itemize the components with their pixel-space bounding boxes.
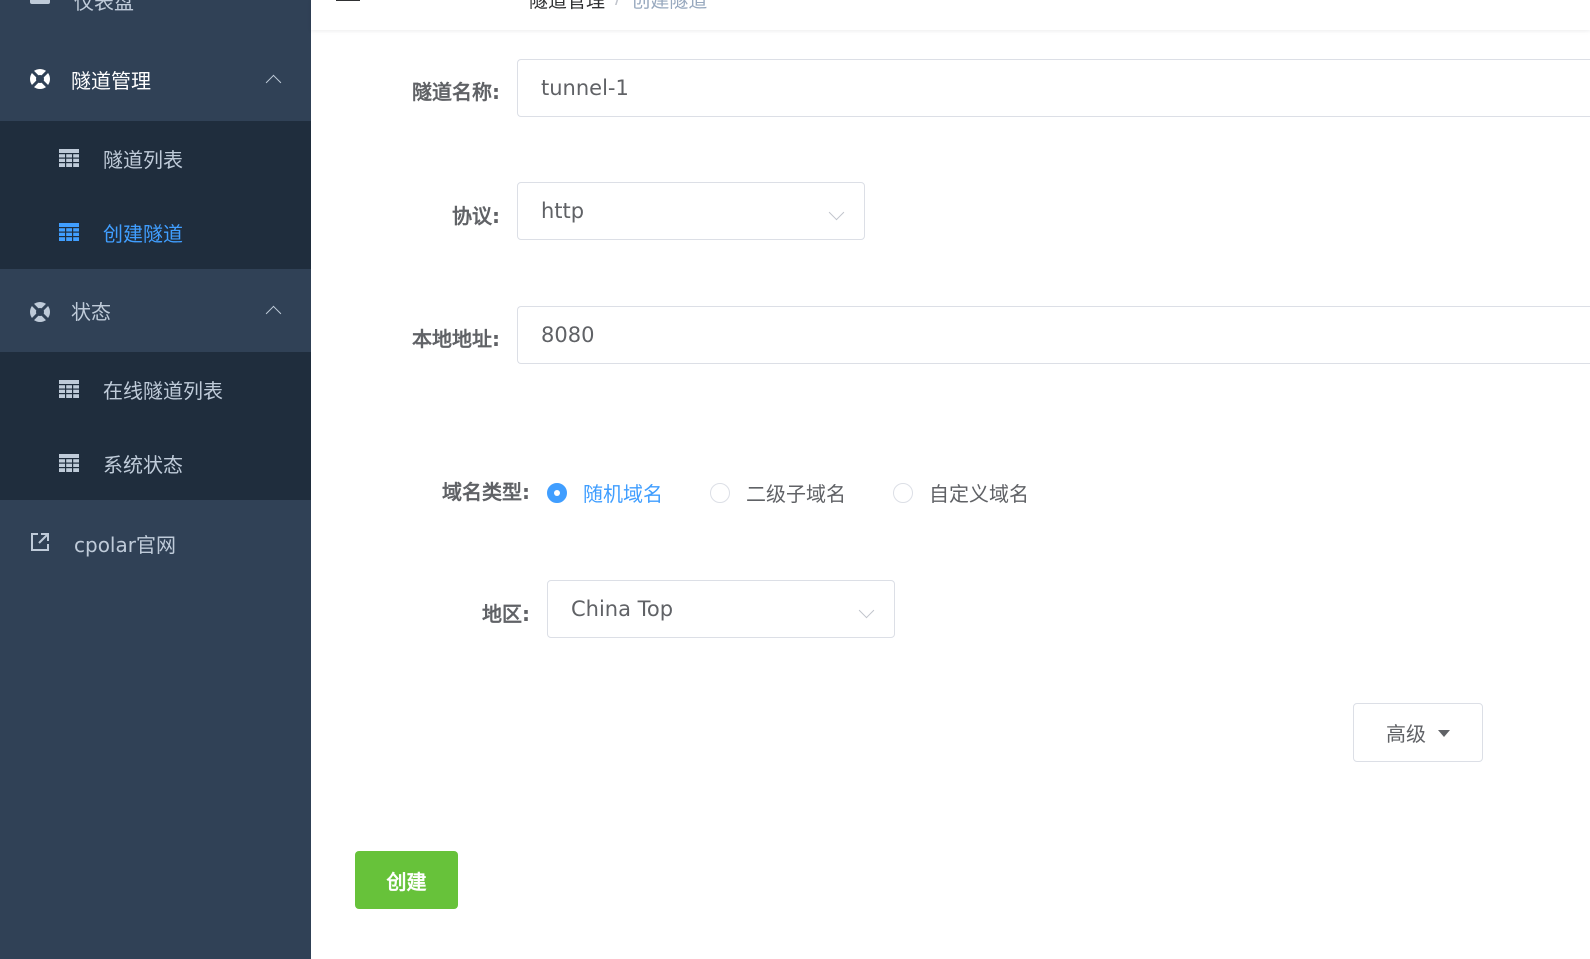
breadcrumb: 隧道管理 / 创建隧道 (529, 0, 707, 13)
table-icon (59, 149, 79, 167)
advanced-button[interactable]: 高级 (1353, 703, 1483, 762)
sidebar-item-tunnel-list[interactable]: 隧道列表 (0, 121, 311, 195)
caret-down-icon (1438, 730, 1450, 737)
radio-label: 自定义域名 (929, 482, 1029, 506)
breadcrumb-item[interactable]: 隧道管理 (529, 0, 605, 13)
radio-custom-domain[interactable]: 自定义域名 (893, 478, 1029, 507)
sidebar-item-label: cpolar官网 (74, 532, 176, 557)
chevron-up-icon (265, 305, 282, 321)
region-label: 地区: (482, 602, 530, 626)
sidebar-item-create-tunnel[interactable]: 创建隧道 (0, 195, 311, 269)
advanced-label: 高级 (1386, 722, 1426, 746)
sidebar: 仪表盘 隧道管理 隧道列表 创建隧道 状态 在线隧道列表 系统状态 cpolar… (0, 0, 311, 959)
sidebar-group-label: 隧道管理 (71, 69, 151, 93)
sidebar-item-online-tunnels[interactable]: 在线隧道列表 (0, 352, 311, 426)
protocol-value: http (541, 199, 585, 223)
sidebar-item-dashboard[interactable]: 仪表盘 (0, 0, 311, 38)
table-icon (59, 223, 79, 241)
chevron-up-icon (265, 74, 282, 90)
radio-random-domain[interactable]: 随机域名 (547, 478, 663, 507)
radio-label: 随机域名 (583, 482, 663, 506)
breadcrumb-separator: / (615, 0, 621, 13)
local-address-value: 8080 (541, 323, 595, 347)
lifebuoy-icon (30, 302, 50, 322)
chevron-down-icon (828, 204, 845, 221)
sidebar-item-label: 在线隧道列表 (103, 378, 223, 403)
breadcrumb-item-current: 创建隧道 (631, 0, 708, 12)
radio-unchecked-icon (710, 482, 730, 503)
dashboard-icon (30, 0, 50, 4)
sidebar-item-label: 隧道列表 (103, 147, 183, 172)
domain-type-label: 域名类型: (442, 480, 530, 504)
region-select[interactable]: China Top (547, 580, 895, 638)
sidebar-group-label: 状态 (71, 300, 111, 324)
sidebar-item-system-status[interactable]: 系统状态 (0, 426, 311, 500)
radio-label: 二级子域名 (746, 482, 846, 506)
hamburger-icon[interactable] (336, 0, 360, 1)
sidebar-group-tunnel-management[interactable]: 隧道管理 (0, 38, 311, 121)
region-value: China Top (571, 597, 674, 621)
tunnel-name-label: 隧道名称: (412, 80, 500, 104)
create-button[interactable]: 创建 (355, 851, 458, 909)
radio-unchecked-icon (893, 482, 913, 503)
table-icon (59, 380, 79, 398)
sidebar-item-label: 创建隧道 (103, 221, 183, 246)
tunnel-name-value: tunnel-1 (541, 76, 629, 100)
create-label: 创建 (386, 869, 427, 894)
external-link-icon (31, 533, 49, 551)
protocol-label: 协议: (452, 204, 500, 228)
sidebar-group-status[interactable]: 状态 (0, 269, 311, 352)
chevron-down-icon (858, 602, 875, 619)
sidebar-link-cpolar-site[interactable]: cpolar官网 (0, 505, 311, 581)
radio-subdomain[interactable]: 二级子域名 (710, 478, 846, 507)
sidebar-item-label: 系统状态 (103, 452, 183, 477)
table-icon (59, 454, 79, 472)
sidebar-item-label: 仪表盘 (74, 0, 134, 14)
local-address-input[interactable]: 8080 (517, 306, 1590, 364)
lifebuoy-icon (30, 69, 50, 89)
top-navbar: 隧道管理 / 创建隧道 (311, 0, 1590, 30)
local-address-label: 本地地址: (412, 327, 500, 351)
tunnel-name-input[interactable]: tunnel-1 (517, 59, 1590, 117)
radio-checked-icon (547, 482, 567, 503)
protocol-select[interactable]: http (517, 182, 865, 240)
